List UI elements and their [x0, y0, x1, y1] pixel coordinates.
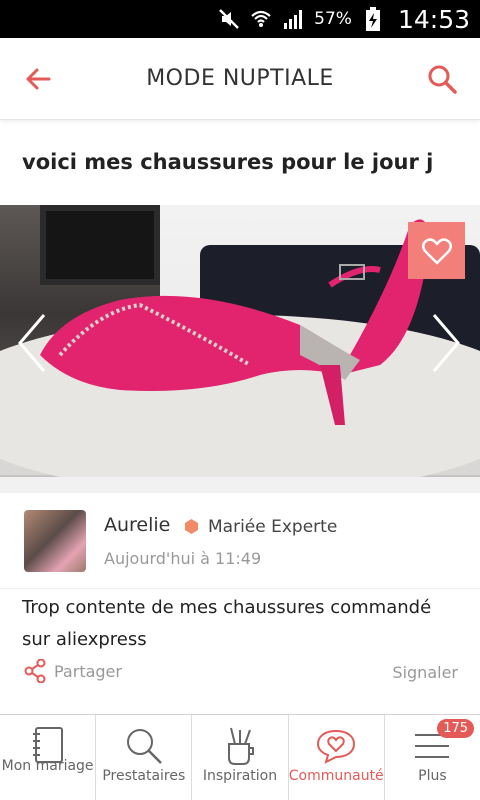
brushes-icon — [228, 727, 254, 765]
share-icon — [24, 659, 46, 683]
author-badge: Mariée Experte — [208, 517, 338, 537]
next-photo-button[interactable] — [430, 311, 464, 375]
chevron-right-icon — [432, 314, 460, 372]
favorite-button[interactable] — [408, 222, 465, 279]
battery-charging-icon — [362, 7, 384, 31]
author-row: Aurelie Mariée Experte Aujourd'hui à 11:… — [0, 493, 480, 589]
search-icon — [428, 65, 457, 94]
notification-count-badge: 175 — [437, 719, 475, 738]
chevron-left-icon — [18, 314, 46, 372]
arrow-left-icon — [26, 68, 51, 89]
nav-label: Inspiration — [202, 768, 278, 784]
nav-label: Plus — [418, 768, 447, 784]
bottom-navigation: Mon mariage Prestataires Inspiration Com… — [0, 714, 480, 800]
nav-item-communaute[interactable]: Communauté — [289, 715, 385, 800]
search-icon — [126, 729, 162, 764]
nav-item-inspiration[interactable]: Inspiration — [192, 715, 289, 800]
post-actions: Partager Signaler — [0, 655, 480, 693]
divider — [0, 477, 480, 493]
page-title: MODE NUPTIALE — [146, 66, 334, 91]
share-button[interactable]: Partager — [24, 659, 122, 683]
nav-item-mon-mariage[interactable]: Mon mariage — [0, 715, 97, 800]
badge-hexagon-icon — [185, 519, 198, 534]
post-timestamp: Aujourd'hui à 11:49 — [104, 549, 262, 568]
post-body: Trop contente de mes chaussures commandé… — [22, 597, 432, 650]
nav-label: Mon mariage — [1, 758, 94, 774]
back-button[interactable] — [18, 59, 58, 99]
previous-photo-button[interactable] — [14, 311, 48, 375]
share-label: Partager — [54, 661, 122, 681]
clock: 14:53 — [397, 4, 470, 34]
app-bar: MODE NUPTIALE — [0, 38, 480, 120]
wifi-icon — [250, 8, 272, 30]
battery-percent: 57% — [314, 9, 352, 29]
mute-icon — [218, 8, 240, 30]
report-button[interactable]: Signaler — [392, 663, 458, 682]
status-bar: 57% 14:53 — [0, 0, 480, 38]
post-title: voici mes chaussures pour le jour j — [22, 150, 434, 174]
heart-icon — [421, 237, 452, 264]
nav-label: Prestataires — [102, 768, 186, 784]
nav-label: Communauté — [288, 768, 384, 784]
avatar[interactable] — [24, 510, 86, 572]
search-button[interactable] — [422, 59, 462, 99]
signal-icon — [282, 8, 304, 30]
nav-item-plus[interactable]: Plus 175 — [385, 715, 480, 800]
author-name[interactable]: Aurelie — [104, 514, 170, 536]
nav-item-prestataires[interactable]: Prestataires — [96, 715, 193, 800]
chat-heart-icon — [317, 729, 356, 764]
